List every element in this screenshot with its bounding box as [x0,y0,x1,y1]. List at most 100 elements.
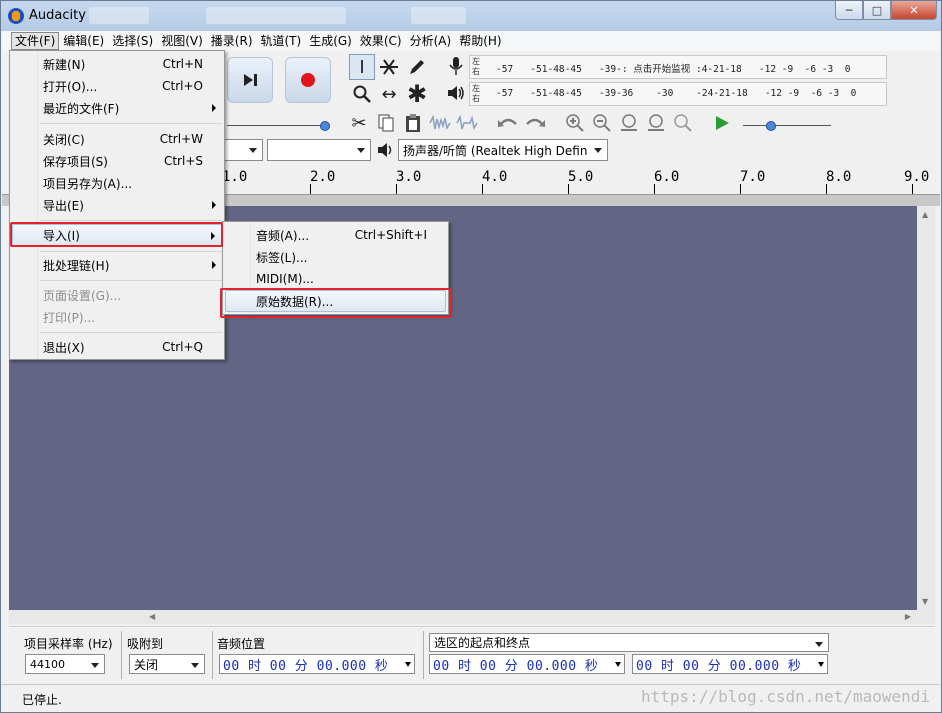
speed-slider-knob[interactable] [766,121,776,131]
zoom-toggle-button[interactable] [670,110,696,136]
menu-file[interactable]: 文件(F) [11,32,60,50]
chevron-down-icon [191,663,199,668]
file-menu-save[interactable]: 保存项目(S) Ctrl+S [12,150,222,172]
minimize-icon: ─ [845,3,853,17]
file-menu-page-setup[interactable]: 页面设置(G)... [12,284,222,306]
snap-to-select[interactable]: 关闭 [129,654,205,674]
volume-slider-knob[interactable] [320,121,330,131]
ruler-label: 5.0 [568,169,594,185]
multi-tool-button[interactable]: ✱ [404,80,430,108]
file-menu-export[interactable]: 导出(E) [12,194,222,216]
submenu-arrow-icon [212,201,216,209]
selection-start-field[interactable]: 00 时 00 分 00.000 秒 [429,654,625,674]
file-menu-recent[interactable]: 最近的文件(F) [12,97,222,119]
selection-end-field[interactable]: 00 时 00 分 00.000 秒 [632,654,828,674]
project-rate-select[interactable]: 44100 [25,654,105,674]
status-bar: 已停止. https://blog.csdn.net/maowendi [2,684,940,712]
scroll-down-icon[interactable]: ▼ [922,597,928,606]
menu-effect[interactable]: 效果(C) [356,32,406,50]
menu-separator [40,280,222,281]
zoom-in-button[interactable] [562,110,588,136]
zoom-tool-button[interactable] [349,81,375,107]
silence-button[interactable] [454,110,480,136]
selection-mode-select[interactable]: 选区的起点和终点 [429,633,829,652]
fit-project-button[interactable] [643,110,669,136]
file-menu-new[interactable]: 新建(N) Ctrl+N [12,53,222,75]
chevron-down-icon [405,662,411,667]
horizontal-scrollbar[interactable]: ◀ ▶ [9,610,935,624]
divider [212,631,213,679]
copy-icon [378,114,394,132]
submenu-arrow-icon [212,104,216,112]
vertical-scrollbar[interactable]: ▲ ▼ [917,206,935,610]
chevron-down-icon [249,148,257,153]
menu-analyze[interactable]: 分析(A) [406,32,456,50]
file-menu-import[interactable]: 导入(I) [12,224,222,246]
paste-button[interactable] [400,110,426,136]
zoom-out-button[interactable] [589,110,615,136]
menu-help[interactable]: 帮助(H) [455,32,505,50]
menu-separator [40,332,222,333]
chevron-down-icon [594,148,602,153]
zoom-selection-icon [621,114,637,131]
trim-button[interactable] [427,110,453,136]
file-menu-print[interactable]: 打印(P)... [12,306,222,328]
draw-tool-button[interactable] [404,54,430,80]
selection-tool-button[interactable]: Ⅰ [349,54,375,80]
copy-button[interactable] [373,110,399,136]
import-labels[interactable]: 标签(L)... [225,246,446,268]
scissors-icon: ✂ [351,112,367,134]
play-meter[interactable]: 左右 -57 -51-48-45 -39-36 -30 -24-21-18 -1… [469,82,887,106]
record-meter-button[interactable] [443,53,469,79]
watermark-text: https://blog.csdn.net/maowendi [641,687,930,706]
scroll-right-icon[interactable]: ▶ [905,612,911,621]
project-rate-label: 项目采样率 (Hz) [24,637,113,651]
asterisk-icon: ✱ [406,80,428,108]
title-bar[interactable]: Audacity ─ □ ✕ [1,1,941,31]
skip-to-end-button[interactable] [227,57,273,103]
menu-edit[interactable]: 编辑(E) [59,32,108,50]
menu-separator [40,123,222,124]
file-menu-open[interactable]: 打开(O)... Ctrl+O [12,75,222,97]
audio-position-field[interactable]: 00 时 00 分 00.000 秒 [219,654,415,674]
file-menu-close[interactable]: 关闭(C) Ctrl+W [12,128,222,150]
fit-selection-button[interactable] [616,110,642,136]
play-at-speed-button[interactable] [709,110,735,136]
maximize-icon: □ [871,3,883,17]
scroll-up-icon[interactable]: ▲ [922,210,928,219]
menu-generate[interactable]: 生成(G) [305,32,356,50]
ruler-label: 2.0 [310,169,336,185]
menu-record[interactable]: 播录(R) [207,32,257,50]
scroll-left-icon[interactable]: ◀ [149,612,155,621]
record-meter-scale: -57 -51-48-45 -39-: 点击开始监视 :4-21-18 -12 … [496,64,851,75]
redo-button[interactable] [522,110,548,136]
import-raw-data[interactable]: 原始数据(R)... [225,290,446,312]
chevron-down-icon [91,663,99,668]
file-menu-save-as[interactable]: 项目另存为(A)... [12,172,222,194]
close-button[interactable]: ✕ [891,1,937,20]
minimize-button[interactable]: ─ [835,1,863,20]
envelope-tool-button[interactable] [376,54,402,80]
maximize-button[interactable]: □ [863,1,891,20]
record-button[interactable] [285,57,331,103]
undo-button[interactable] [495,110,521,136]
file-menu-chains[interactable]: 批处理链(H) [12,254,222,276]
input-device-select[interactable] [267,139,371,161]
selection-start-value: 00 时 00 分 00.000 秒 [433,658,599,674]
menu-view[interactable]: 视图(V) [157,32,207,50]
cut-button[interactable]: ✂ [346,110,372,136]
menu-tracks[interactable]: 轨道(T) [257,32,306,50]
chevron-down-icon [818,662,824,667]
output-device-select[interactable]: 扬声器/听筒 (Realtek High Defin [398,139,608,161]
microphone-icon [449,57,463,75]
record-icon [301,73,315,87]
import-audio[interactable]: 音频(A)... Ctrl+Shift+I [225,224,446,246]
host-select[interactable] [223,139,263,161]
time-shift-tool-button[interactable]: ↔ [376,81,402,107]
import-midi[interactable]: MIDI(M)... [225,268,446,290]
menu-select[interactable]: 选择(S) [108,32,157,50]
play-meter-button[interactable] [443,80,469,106]
file-menu-exit[interactable]: 退出(X) Ctrl+Q [12,336,222,358]
output-device-label: 扬声器/听筒 (Realtek High Defin [403,143,588,158]
record-meter[interactable]: 左右 -57 -51-48-45 -39-: 点击开始监视 :4-21-18 -… [469,55,887,79]
